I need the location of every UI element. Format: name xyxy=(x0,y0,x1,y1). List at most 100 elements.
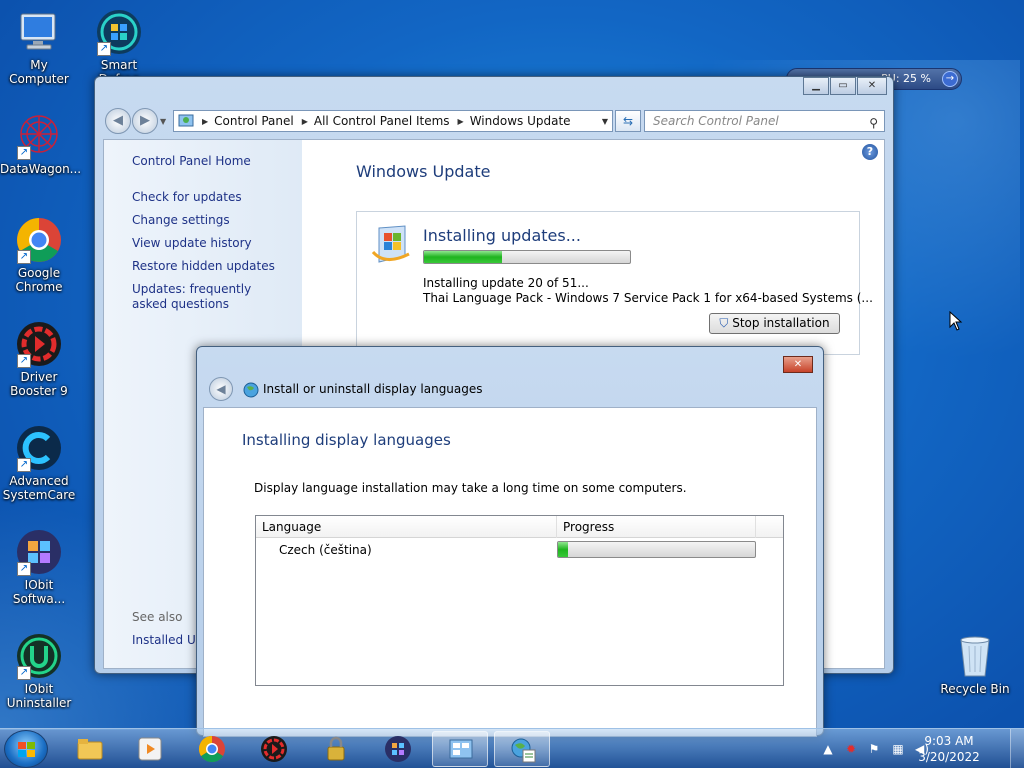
system-clock[interactable]: 9:03 AM 3/20/2022 xyxy=(914,733,984,765)
shortcut-arrow-icon: ↗ xyxy=(17,354,31,368)
sidebar-link-faq[interactable]: Updates: frequently asked questions xyxy=(132,282,282,312)
breadcrumb-windows-update[interactable]: Windows Update xyxy=(470,114,571,128)
taskbar-iobit-software[interactable] xyxy=(370,731,426,767)
display-languages-dialog[interactable]: ✕ ◀ Install or uninstall display languag… xyxy=(196,346,824,737)
uac-shield-icon: ⛉ xyxy=(719,316,729,330)
stop-installation-button[interactable]: ⛉ Stop installation xyxy=(709,313,840,334)
taskbar-driver-booster[interactable] xyxy=(246,731,302,767)
desktop-icon-label: Advanced SystemCare xyxy=(2,474,76,502)
dialog-title: Install or uninstall display languages xyxy=(263,382,483,396)
taskbar-language-installer[interactable] xyxy=(494,731,550,767)
start-button[interactable] xyxy=(4,730,48,768)
globe-icon xyxy=(243,382,259,398)
desktop-icon-google-chrome[interactable]: ↗ Google Chrome xyxy=(0,216,78,294)
arrow-right-icon[interactable]: → xyxy=(942,71,958,87)
desktop-icon-label: Recycle Bin xyxy=(940,682,1010,696)
refresh-button[interactable]: ⇆ xyxy=(615,110,641,132)
sidebar-link-change-settings[interactable]: Change settings xyxy=(132,213,292,228)
help-icon[interactable]: ? xyxy=(862,144,878,160)
breadcrumb-separator-icon: ▶ xyxy=(301,116,308,126)
network-icon[interactable]: ▦ xyxy=(890,741,906,757)
clock-time: 9:03 AM xyxy=(924,734,974,748)
back-button[interactable]: ◀ xyxy=(105,108,131,134)
chevron-down-icon[interactable]: ▼ xyxy=(602,117,608,126)
language-name: Czech (čeština) xyxy=(279,543,372,557)
language-list[interactable]: Language Progress Czech (čeština) xyxy=(255,515,784,686)
clock-date: 3/20/2022 xyxy=(918,750,980,764)
globe-icon xyxy=(511,738,536,763)
sidebar-link-restore-hidden[interactable]: Restore hidden updates xyxy=(132,259,292,274)
desktop-icon-driver-booster[interactable]: ↗ Driver Booster 9 xyxy=(0,320,78,398)
see-also-label: See also xyxy=(132,610,183,624)
desktop-icon-recycle-bin[interactable]: Recycle Bin xyxy=(936,632,1014,696)
recycle-bin-icon xyxy=(951,632,999,680)
dialog-header: ◀ Install or uninstall display languages xyxy=(203,371,817,407)
column-header-progress[interactable]: Progress xyxy=(557,516,756,538)
iobit-uninstaller-icon: ↗ xyxy=(15,632,63,680)
desktop-icon-label: IObit Softwa... xyxy=(12,578,66,606)
breadcrumb-all-items[interactable]: All Control Panel Items xyxy=(314,114,450,128)
mouse-cursor-icon xyxy=(949,311,963,331)
show-desktop-button[interactable] xyxy=(1010,729,1024,768)
control-panel-icon xyxy=(178,114,194,127)
sidebar-link-check-updates[interactable]: Check for updates xyxy=(132,190,292,205)
driver-booster-icon: ↗ xyxy=(15,320,63,368)
taskbar-security-app[interactable] xyxy=(308,731,364,767)
maximize-button[interactable]: ▭ xyxy=(830,77,856,95)
close-button[interactable]: ✕ xyxy=(857,77,887,95)
show-hidden-icons-icon[interactable]: ▲ xyxy=(820,741,836,757)
driver-booster-tray-icon[interactable]: ✹ xyxy=(843,741,859,757)
desktop-icon-my-computer[interactable]: My Computer xyxy=(0,8,78,86)
desktop-icon-iobit-software[interactable]: ↗ IObit Softwa... xyxy=(0,528,78,606)
taskbar-chrome[interactable] xyxy=(184,731,240,767)
forward-button[interactable]: ▶ xyxy=(132,108,158,134)
language-progress-fill xyxy=(558,542,568,557)
advanced-systemcare-icon: ↗ xyxy=(15,424,63,472)
windows-update-shield-icon xyxy=(371,222,415,268)
media-player-icon xyxy=(138,737,162,761)
computer-icon xyxy=(15,8,63,56)
breadcrumb-separator-icon: ▶ xyxy=(457,116,464,126)
caption-buttons: ▁ ▭ ✕ xyxy=(802,77,887,95)
windows-logo-icon xyxy=(18,742,35,757)
recent-pages-icon[interactable]: ▼ xyxy=(160,117,166,126)
navigation-bar: ◀ ▶ ▼ ▶ Control Panel ▶ All Control Pane… xyxy=(103,107,885,135)
page-title: Windows Update xyxy=(356,162,491,181)
desktop-icon-label: My Computer xyxy=(9,58,69,86)
shortcut-arrow-icon: ↗ xyxy=(17,562,31,576)
search-input[interactable]: Search Control Panel ⚲ xyxy=(644,110,885,132)
search-icon[interactable]: ⚲ xyxy=(869,113,878,133)
column-header-language[interactable]: Language xyxy=(256,516,557,538)
sidebar-link-home[interactable]: Control Panel Home xyxy=(132,154,292,169)
shortcut-arrow-icon: ↗ xyxy=(17,458,31,472)
breadcrumb-control-panel[interactable]: Control Panel xyxy=(214,114,294,128)
minimize-button[interactable]: ▁ xyxy=(803,77,829,95)
shortcut-arrow-icon: ↗ xyxy=(17,250,31,264)
action-center-flag-icon[interactable]: ⚑ xyxy=(866,741,882,757)
update-progress-fill xyxy=(424,251,503,263)
list-item[interactable]: Czech (čeština) xyxy=(256,540,783,560)
chrome-icon: ↗ xyxy=(15,216,63,264)
control-panel-icon xyxy=(449,739,473,759)
desktop-icon-iobit-uninstaller[interactable]: ↗ IObit Uninstaller xyxy=(0,632,78,710)
taskbar-control-panel[interactable] xyxy=(432,731,488,767)
desktop-icon-advanced-systemcare[interactable]: ↗ Advanced SystemCare xyxy=(0,424,78,502)
sidebar-link-update-history[interactable]: View update history xyxy=(132,236,292,251)
datawagon-icon: ↗ xyxy=(15,112,63,160)
taskbar-media-player[interactable] xyxy=(122,731,178,767)
smart-defrag-icon: ↗ xyxy=(95,8,143,56)
stop-installation-label: Stop installation xyxy=(732,316,830,330)
dialog-message: Display language installation may take a… xyxy=(254,481,687,495)
breadcrumb-separator-icon: ▶ xyxy=(202,116,209,126)
taskbar: ▲ ✹ ⚑ ▦ ◀) 9:03 AM 3/20/2022 xyxy=(0,728,1024,768)
dialog-content: Installing display languages Display lan… xyxy=(203,407,817,737)
list-header: Language Progress xyxy=(256,516,783,538)
language-progress-bar xyxy=(557,541,756,558)
back-button[interactable]: ◀ xyxy=(209,377,233,401)
desktop-icon-smart-defrag[interactable]: ↗ Smart Defrag xyxy=(80,8,158,86)
desktop-icon-datawagon[interactable]: ↗ DataWagon... xyxy=(0,112,81,176)
desktop-icon-label: Driver Booster 9 xyxy=(10,370,68,398)
address-bar[interactable]: ▶ Control Panel ▶ All Control Panel Item… xyxy=(173,110,613,132)
shortcut-arrow-icon: ↗ xyxy=(17,146,31,160)
taskbar-explorer[interactable] xyxy=(62,731,118,767)
